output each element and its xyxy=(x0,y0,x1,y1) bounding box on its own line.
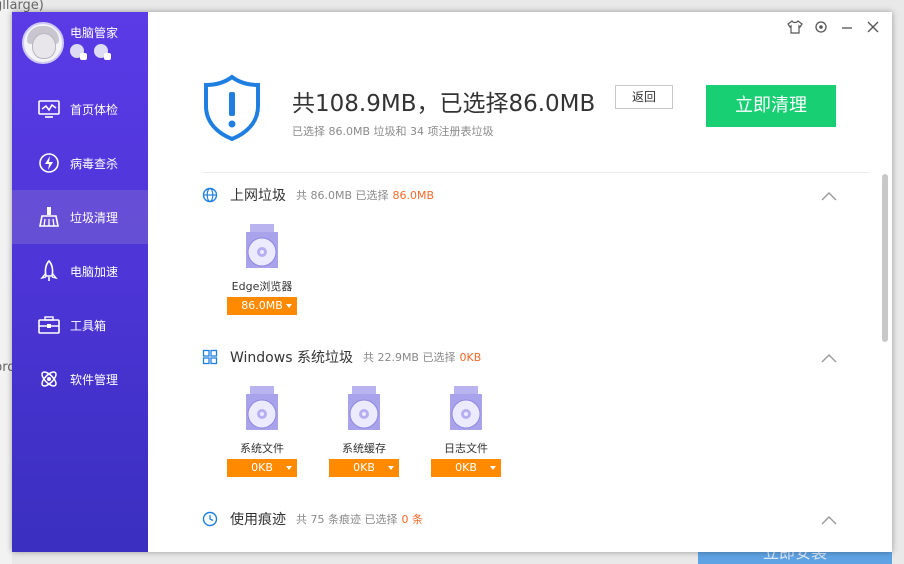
background-window-edge xyxy=(0,0,12,564)
size-dropdown[interactable]: 0KB xyxy=(431,459,501,477)
junk-item-log-files: 日志文件 0KB xyxy=(431,384,501,477)
section-title: 使用痕迹 xyxy=(230,512,286,528)
sidebar-item-label: 工具箱 xyxy=(70,318,107,333)
section-selected-size: 0 条 xyxy=(401,513,424,526)
sidebar-item-label: 垃圾清理 xyxy=(70,210,119,225)
size-value: 0KB xyxy=(251,461,273,474)
member-badge-icon[interactable] xyxy=(70,44,87,60)
section-title: Windows 系统垃圾 xyxy=(230,350,353,366)
scan-result-summary: 已选择 86.0MB 垃圾和 34 项注册表垃圾 xyxy=(292,125,494,138)
disc-box-icon[interactable] xyxy=(339,384,389,432)
clean-now-button[interactable]: 立即清理 xyxy=(706,85,836,127)
app-window: 电脑管家 首页体检 病毒查杀 垃圾清理 电脑加速 工具箱 软件管理 共108.9… xyxy=(12,12,892,552)
section-title: 上网垃圾 xyxy=(230,188,286,204)
software-icon xyxy=(41,371,57,387)
size-value: 86.0MB xyxy=(241,299,283,312)
sidebar-item-speedup[interactable]: 电脑加速 xyxy=(12,244,148,298)
section-header-web[interactable]: 上网垃圾 共 86.0MB 已选择 86.0MB xyxy=(202,185,434,205)
junk-item-label: Edge浏览器 xyxy=(231,280,293,293)
section-meta: 共 86.0MB 已选择 xyxy=(296,189,389,202)
device-badge-icon[interactable] xyxy=(94,44,111,60)
monitor-icon xyxy=(38,100,60,118)
minimize-icon[interactable] xyxy=(838,18,856,36)
junk-item-label: 日志文件 xyxy=(444,442,488,455)
close-icon[interactable] xyxy=(864,18,882,36)
toolbox-icon xyxy=(38,316,60,334)
skin-icon[interactable] xyxy=(786,18,804,36)
section-header-windows[interactable]: Windows 系统垃圾 共 22.9MB 已选择 0KB xyxy=(202,347,481,367)
caret-down-icon xyxy=(286,466,292,470)
size-dropdown[interactable]: 0KB xyxy=(227,459,297,477)
broom-icon xyxy=(39,207,59,227)
caret-down-icon xyxy=(388,466,394,470)
sidebar-item-label: 病毒查杀 xyxy=(70,156,119,171)
chevron-up-icon[interactable] xyxy=(820,190,838,202)
sidebar-item-software[interactable]: 软件管理 xyxy=(12,352,148,406)
section-meta: 共 75 条痕迹 已选择 xyxy=(296,513,398,526)
sidebar: 电脑管家 首页体检 病毒查杀 垃圾清理 电脑加速 工具箱 软件管理 xyxy=(12,12,148,552)
section-selected-size: 86.0MB xyxy=(392,188,435,202)
windows-icon xyxy=(202,349,218,365)
window-controls xyxy=(786,18,882,36)
sidebar-item-cleanup[interactable]: 垃圾清理 xyxy=(12,190,148,244)
disc-box-icon[interactable] xyxy=(237,384,287,432)
chevron-up-icon[interactable] xyxy=(820,352,838,364)
sidebar-item-label: 首页体检 xyxy=(70,102,119,117)
chevron-up-icon[interactable] xyxy=(820,514,838,526)
caret-down-icon xyxy=(490,466,496,470)
caret-down-icon xyxy=(286,304,292,308)
app-name: 电脑管家 xyxy=(70,26,119,40)
clock-icon xyxy=(202,511,218,527)
junk-item-label: 系统缓存 xyxy=(342,442,386,455)
sidebar-nav: 首页体检 病毒查杀 垃圾清理 电脑加速 工具箱 软件管理 xyxy=(12,82,148,406)
disc-box-icon[interactable] xyxy=(441,384,491,432)
lightning-icon xyxy=(39,153,59,173)
settings-icon[interactable] xyxy=(812,18,830,36)
junk-item-system-cache: 系统缓存 0KB xyxy=(329,384,399,477)
disc-box-icon[interactable] xyxy=(237,222,287,270)
divider xyxy=(202,172,870,173)
scan-result-headline: 共108.9MB，已选择86.0MB xyxy=(292,91,596,117)
avatar[interactable] xyxy=(22,22,64,64)
sidebar-item-antivirus[interactable]: 病毒查杀 xyxy=(12,136,148,190)
size-dropdown[interactable]: 0KB xyxy=(329,459,399,477)
shield-alert-icon xyxy=(204,74,260,142)
back-button[interactable]: 返回 xyxy=(615,85,673,109)
junk-item-label: 系统文件 xyxy=(240,442,284,455)
section-header-traces[interactable]: 使用痕迹 共 75 条痕迹 已选择 0 条 xyxy=(202,509,423,529)
junk-item-edge: Edge浏览器 86.0MB xyxy=(227,222,297,315)
section-selected-size: 0KB xyxy=(459,350,482,364)
rocket-icon xyxy=(40,260,58,281)
section-meta: 共 22.9MB 已选择 xyxy=(362,351,456,364)
sidebar-item-label: 电脑加速 xyxy=(70,264,119,279)
size-dropdown[interactable]: 86.0MB xyxy=(227,297,297,315)
sidebar-item-checkup[interactable]: 首页体检 xyxy=(12,82,148,136)
size-value: 0KB xyxy=(353,461,375,474)
junk-item-system-files: 系统文件 0KB xyxy=(227,384,297,477)
user-profile[interactable]: 电脑管家 xyxy=(22,22,142,66)
size-value: 0KB xyxy=(455,461,477,474)
scrollbar[interactable] xyxy=(882,174,888,342)
globe-icon xyxy=(202,187,218,203)
sidebar-item-toolbox[interactable]: 工具箱 xyxy=(12,298,148,352)
sidebar-item-label: 软件管理 xyxy=(70,372,119,387)
